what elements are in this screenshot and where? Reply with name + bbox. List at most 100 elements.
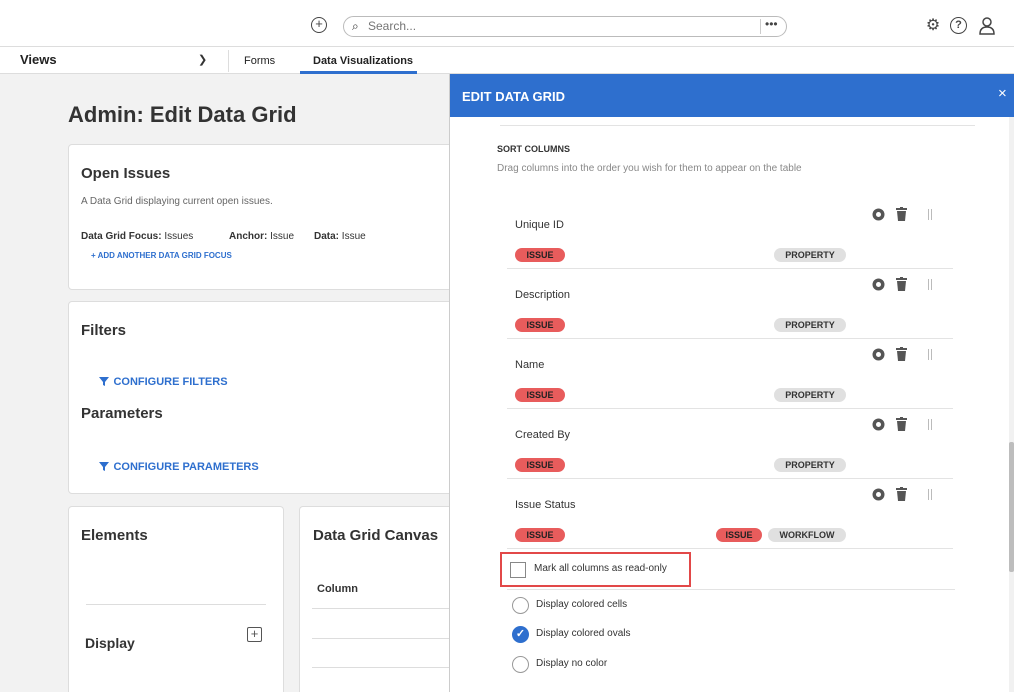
column-name: Created By [515, 429, 571, 441]
edit-data-grid-panel: EDIT DATA GRID × SORT COLUMNS Drag colum… [449, 74, 1014, 692]
focus-label: Data Grid Focus: [81, 231, 162, 242]
column-name: Issue Status [515, 499, 576, 511]
funnel-icon [99, 377, 109, 386]
column-name: Description [515, 289, 571, 301]
type-badge: WORKFLOW [768, 528, 846, 542]
configure-filters-button[interactable]: CONFIGURE FILTERS [99, 372, 228, 390]
column-row[interactable]: Created By ISSUE PROPERTY [507, 411, 953, 479]
focus-value: Issues [164, 231, 194, 242]
form-badge: ISSUE [515, 248, 565, 262]
drag-handle-icon[interactable] [928, 209, 932, 220]
eye-icon[interactable] [872, 418, 885, 434]
form-badge: ISSUE [515, 458, 565, 472]
data-grid-name: Open Issues [81, 165, 171, 182]
drag-handle-icon[interactable] [928, 419, 932, 430]
search-icon: ⌕ [352, 19, 359, 33]
trash-icon[interactable] [896, 417, 907, 434]
data-grid-info-card: Open Issues A Data Grid displaying curre… [68, 144, 468, 290]
anchor-line: Anchor: Issue [229, 231, 294, 242]
data-grid-canvas-card: Data Grid Canvas Column [299, 506, 470, 692]
scrollbar-thumb[interactable] [1009, 442, 1014, 572]
tab-data-visualizations[interactable]: Data Visualizations [313, 55, 413, 67]
configure-parameters-label: CONFIGURE PARAMETERS [113, 461, 259, 473]
help-icon[interactable]: ? [950, 17, 967, 34]
trash-icon[interactable] [896, 487, 907, 504]
data-line: Data: Issue [314, 231, 366, 242]
search-bar[interactable]: ⌕ ••• [343, 16, 787, 37]
column-row[interactable]: Unique ID ISSUE PROPERTY [507, 201, 953, 269]
radio-button[interactable] [512, 656, 529, 673]
column-row[interactable]: Description ISSUE PROPERTY [507, 271, 953, 339]
top-bar: + ⌕ ••• ⚙ ? [0, 0, 1014, 47]
read-only-label: Mark all columns as read-only [534, 563, 667, 574]
more-options-icon[interactable]: ••• [765, 17, 778, 31]
column-row[interactable]: Issue Status ISSUE WORKFLOW ISSUE [507, 481, 953, 549]
drag-handle-icon[interactable] [928, 489, 932, 500]
search-input[interactable] [368, 19, 518, 33]
read-only-option[interactable]: Mark all columns as read-only [500, 552, 691, 587]
search-divider [760, 19, 761, 34]
anchor-value: Issue [270, 231, 295, 242]
data-value: Issue [341, 231, 366, 242]
options-divider [507, 589, 955, 590]
form-badge: ISSUE [515, 318, 565, 332]
anchor-label: Anchor: [229, 231, 268, 242]
column-name: Unique ID [515, 219, 564, 231]
configure-parameters-button[interactable]: CONFIGURE PARAMETERS [99, 457, 259, 475]
tab-forms[interactable]: Forms [244, 55, 275, 67]
form-badge: ISSUE [515, 528, 565, 542]
radio-label: Display colored cells [536, 599, 628, 610]
active-tab-indicator [300, 71, 417, 74]
radio-selected[interactable]: ✓ [512, 626, 529, 643]
nav-bar: Views ❯ Forms Data Visualizations [0, 47, 1014, 74]
radio-button[interactable] [512, 597, 529, 614]
read-only-checkbox[interactable] [510, 562, 526, 578]
filters-parameters-card: Filters CONFIGURE FILTERS Parameters CON… [68, 301, 468, 494]
panel-divider [500, 125, 975, 126]
elements-card: Elements Display + [68, 506, 284, 692]
data-label: Data: [314, 231, 340, 242]
elements-divider [86, 604, 266, 605]
panel-scrollbar[interactable] [1009, 117, 1014, 692]
column-name: Name [515, 359, 545, 371]
page-title: Admin: Edit Data Grid [68, 102, 297, 127]
type-badge: PROPERTY [774, 388, 846, 402]
canvas-heading: Data Grid Canvas [313, 527, 439, 544]
chevron-down-icon[interactable]: ❯ [198, 53, 207, 66]
type-badge: PROPERTY [774, 458, 846, 472]
type-badge: PROPERTY [774, 318, 846, 332]
drag-handle-icon[interactable] [928, 279, 932, 290]
canvas-line-1 [312, 608, 470, 609]
column-header: Column [317, 583, 358, 595]
configure-filters-label: CONFIGURE FILTERS [113, 376, 228, 388]
drag-handle-icon[interactable] [928, 349, 932, 360]
display-heading: Display [85, 635, 135, 651]
form-badge: ISSUE [716, 528, 762, 542]
parameters-heading: Parameters [81, 405, 163, 422]
sort-columns-description: Drag columns into the order you wish for… [497, 163, 802, 174]
trash-icon[interactable] [896, 347, 907, 364]
trash-icon[interactable] [896, 207, 907, 224]
nav-divider [228, 50, 229, 72]
filters-heading: Filters [81, 322, 127, 339]
elements-heading: Elements [81, 527, 148, 544]
views-menu-label[interactable]: Views [20, 52, 57, 67]
column-row[interactable]: Name ISSUE PROPERTY [507, 341, 953, 409]
trash-icon[interactable] [896, 277, 907, 294]
close-icon[interactable]: × [998, 85, 1007, 102]
add-data-grid-focus-link[interactable]: + ADD ANOTHER DATA GRID FOCUS [91, 251, 232, 260]
panel-title: EDIT DATA GRID [462, 89, 566, 104]
eye-icon[interactable] [872, 208, 885, 224]
user-icon[interactable] [978, 17, 996, 35]
expand-display-icon[interactable]: + [247, 627, 262, 642]
eye-icon[interactable] [872, 278, 885, 294]
eye-icon[interactable] [872, 348, 885, 364]
canvas-line-3 [312, 667, 470, 668]
type-badge: PROPERTY [774, 248, 846, 262]
gear-icon[interactable]: ⚙ [924, 17, 942, 35]
eye-icon[interactable] [872, 488, 885, 504]
panel-header: EDIT DATA GRID × [450, 74, 1014, 117]
add-icon[interactable]: + [311, 17, 327, 33]
sort-columns-heading: SORT COLUMNS [497, 144, 570, 154]
data-grid-description: A Data Grid displaying current open issu… [81, 196, 273, 207]
